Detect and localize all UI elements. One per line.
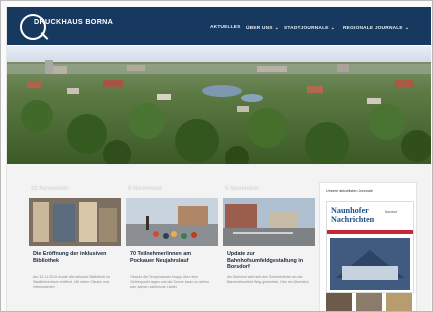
journals-sidebar: Unsere aktuellsten Journale Naunhofer Na…	[319, 182, 417, 311]
journal-badge: Naunhof	[385, 210, 398, 214]
solar-roof-image	[330, 238, 410, 290]
nav-label: REGIONALE JOURNALE	[343, 26, 403, 31]
chevron-down-icon: ⌄	[330, 25, 336, 31]
nav-label: STADTJOURNALE	[284, 26, 329, 31]
chevron-down-icon: ⌄	[404, 25, 410, 31]
article-title[interactable]: 70 Teilnehmer/innen am Pockauer Neujahrs…	[130, 251, 216, 264]
journal-title: Naunhofer Nachrichten	[331, 206, 375, 224]
sidebar-heading: Unsere aktuellsten Journale	[326, 189, 374, 193]
nav-item-ueber-uns[interactable]: ÜBER UNS ⌄	[246, 25, 279, 31]
thumbnail[interactable]	[326, 293, 352, 311]
article-card[interactable]: 5 November Update zur Bahnhofsumfeldgest…	[223, 164, 315, 311]
article-excerpt: Obwohl die Temperaturen knapp über dem G…	[130, 275, 210, 290]
article-title[interactable]: Die Eröffnung der inklusiven Bibliothek	[33, 251, 119, 264]
library-photo	[29, 198, 121, 246]
article-card[interactable]: 22 November Die Eröffnung der inklusiven…	[29, 164, 121, 311]
thumbnail[interactable]	[356, 293, 382, 311]
nav-label: AKTUELLES	[210, 25, 241, 30]
chevron-down-icon: ⌄	[274, 25, 280, 31]
article-image[interactable]	[126, 198, 218, 246]
web-page: DRUCKHAUS BORNA AKTUELLES ÜBER UNS ⌄ STAD…	[6, 7, 431, 311]
screenshot-frame: DRUCKHAUS BORNA AKTUELLES ÜBER UNS ⌄ STAD…	[0, 0, 433, 312]
content-area: 22 November Die Eröffnung der inklusiven…	[7, 164, 431, 311]
article-excerpt: Am Bahnhof wird seit den Sommerferien an…	[227, 275, 309, 285]
nav-item-aktuelles[interactable]: AKTUELLES	[210, 25, 241, 30]
station-photo	[223, 198, 315, 246]
journal-red-band	[327, 230, 413, 234]
site-header: DRUCKHAUS BORNA AKTUELLES ÜBER UNS ⌄ STAD…	[7, 7, 431, 45]
nav-item-stadtjournale[interactable]: STADTJOURNALE ⌄	[284, 25, 335, 31]
town-aerial-photo	[7, 46, 431, 164]
journal-cover-photo	[330, 238, 410, 290]
article-image[interactable]	[223, 198, 315, 246]
journal-thumbnails	[326, 293, 412, 311]
article-date: 5 November	[225, 186, 260, 192]
site-logo-text[interactable]: DRUCKHAUS BORNA	[34, 17, 113, 26]
article-date: 8 November	[128, 186, 163, 192]
article-image[interactable]	[29, 198, 121, 246]
thumbnail[interactable]	[386, 293, 412, 311]
journal-cover[interactable]: Naunhofer Nachrichten Naunhof	[326, 201, 414, 293]
hero-image	[7, 46, 431, 164]
nav-item-regionale-journale[interactable]: REGIONALE JOURNALE ⌄	[343, 25, 409, 31]
nav-label: ÜBER UNS	[246, 26, 273, 31]
article-date: 22 November	[31, 186, 69, 192]
article-card[interactable]: 8 November 70 Teilnehmer/innen am Pockau…	[126, 164, 218, 311]
article-excerpt: Am 15.11.2019 wurde die inklusive Biblio…	[33, 275, 110, 290]
street-run-photo	[126, 198, 218, 246]
article-title[interactable]: Update zur Bahnhofsumfeldgestaltung in B…	[227, 251, 313, 271]
